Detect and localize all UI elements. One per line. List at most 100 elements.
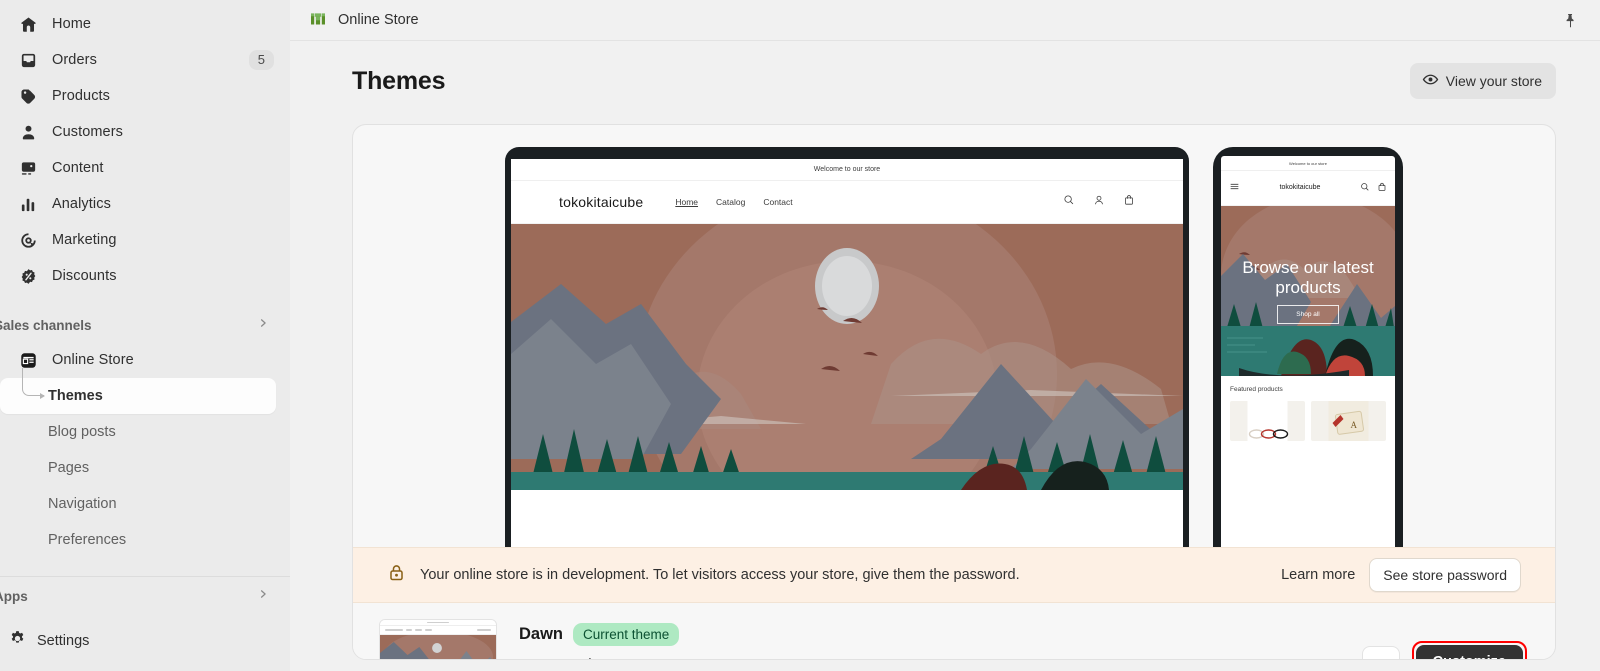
- hero-illustration: [511, 224, 1183, 490]
- sidebar-item-label: Orders: [52, 52, 97, 68]
- customize-button[interactable]: Customize: [1415, 645, 1523, 659]
- theme-thumbnail[interactable]: Browse our latest products: [379, 619, 497, 659]
- theme-details: Dawn Current theme Last saved: Aug 7 at …: [519, 619, 756, 659]
- sidebar-item-blog-posts[interactable]: Blog posts: [0, 414, 276, 450]
- product-card[interactable]: A: [1311, 401, 1386, 441]
- mobile-preview-frame[interactable]: Welcome to our store tokokitaicube Brows…: [1213, 147, 1403, 567]
- subnav-item-label: Blog posts: [48, 424, 116, 440]
- sidebar-item-label: Online Store: [52, 352, 134, 368]
- sidebar-item-customers[interactable]: Customers: [0, 114, 282, 150]
- customers-person-icon: [14, 122, 42, 142]
- device-previews: Welcome to our store tokokitaicube Home …: [353, 125, 1555, 567]
- home-icon: [14, 14, 42, 34]
- subnav-item-label: Navigation: [48, 496, 117, 512]
- sales-channels-section-header[interactable]: Sales channels: [0, 308, 290, 342]
- cart-bag-icon[interactable]: [1377, 179, 1387, 197]
- eye-icon: [1422, 71, 1439, 91]
- storefront-nav-catalog[interactable]: Catalog: [716, 197, 745, 207]
- pin-icon[interactable]: [1556, 6, 1584, 34]
- status-badge: Current theme: [573, 623, 680, 646]
- hamburger-menu-icon[interactable]: [1229, 179, 1240, 197]
- discounts-percent-icon: [14, 266, 42, 286]
- learn-more-link[interactable]: Learn more: [1281, 567, 1355, 583]
- store-badge[interactable]: Online Store: [308, 8, 419, 33]
- sidebar-item-orders[interactable]: Orders 5: [0, 42, 282, 78]
- sidebar-item-products[interactable]: Products: [0, 78, 282, 114]
- sidebar-item-preferences[interactable]: Preferences: [0, 522, 276, 558]
- sidebar-item-analytics[interactable]: Analytics: [0, 186, 282, 222]
- featured-products-heading: Featured products: [1230, 386, 1283, 393]
- sidebar-item-navigation[interactable]: Navigation: [0, 486, 276, 522]
- gear-icon: [8, 629, 27, 653]
- theme-preview-card: Welcome to our store tokokitaicube Home …: [352, 124, 1556, 660]
- account-person-icon[interactable]: [1093, 193, 1105, 211]
- thumbnail-hero: Browse our latest products: [380, 631, 496, 659]
- theme-name-line: Dawn Current theme: [519, 623, 756, 646]
- hero-copy-mobile: Browse our latest products Shop all: [1221, 206, 1395, 376]
- sidebar-item-settings[interactable]: Settings: [0, 621, 290, 661]
- sidebar-item-label: Discounts: [52, 268, 117, 284]
- shop-all-button[interactable]: Shop all: [1277, 305, 1339, 325]
- orders-icon: [14, 50, 42, 70]
- products-tag-icon: [14, 86, 42, 106]
- subnav-item-label: Pages: [48, 460, 90, 476]
- hero-title: Browse our latest products: [1242, 257, 1374, 297]
- see-store-password-button[interactable]: See store password: [1369, 558, 1521, 592]
- view-your-store-button[interactable]: View your store: [1409, 63, 1556, 99]
- chevron-right-icon[interactable]: [256, 316, 270, 335]
- sidebar-item-marketing[interactable]: Marketing: [0, 222, 282, 258]
- hero-illustration-mobile: Browse our latest products Shop all: [1221, 206, 1395, 376]
- online-store-icon: [14, 350, 42, 370]
- cart-bag-icon[interactable]: [1123, 193, 1135, 211]
- thumbnail-nav: [380, 626, 496, 635]
- storefront-nav-mobile: tokokitaicube: [1221, 171, 1395, 206]
- topbar: Online Store: [290, 0, 1600, 41]
- shopify-store-icon: [308, 8, 328, 33]
- shopify-admin-window: Home Orders 5 Products Customers Content…: [0, 0, 1600, 671]
- page-title: Themes: [352, 66, 446, 95]
- apps-section: Apps: [0, 576, 290, 609]
- lock-icon: [387, 563, 406, 587]
- announcement-bar-mobile: Welcome to our store: [1221, 156, 1395, 171]
- sales-channels-label: Sales channels: [0, 317, 92, 333]
- sidebar-item-themes[interactable]: Themes: [0, 368, 276, 414]
- desktop-preview-frame[interactable]: Welcome to our store tokokitaicube Home …: [505, 147, 1189, 567]
- search-icon[interactable]: [1360, 179, 1370, 197]
- chevron-right-icon[interactable]: [256, 587, 270, 606]
- customize-button-highlight: Customize: [1411, 641, 1527, 659]
- sidebar-item-discounts[interactable]: Discounts: [0, 258, 282, 294]
- storefront-nav: tokokitaicube Home Catalog Contact: [511, 181, 1183, 224]
- current-theme-row: Browse our latest products Dawn Current …: [353, 603, 1555, 659]
- analytics-bars-icon: [14, 194, 42, 214]
- sidebar-item-label: Home: [52, 16, 92, 32]
- apps-section-header[interactable]: Apps: [0, 583, 290, 609]
- sidebar-item-label: Content: [52, 160, 104, 176]
- view-your-store-label: View your store: [1445, 73, 1542, 89]
- sidebar-item-home[interactable]: Home: [0, 6, 282, 42]
- store-brand-mobile: tokokitaicube: [1279, 183, 1321, 191]
- search-icon[interactable]: [1063, 193, 1075, 211]
- storefront-nav-home[interactable]: Home: [675, 197, 698, 207]
- sidebar-item-label: Settings: [37, 633, 90, 649]
- storefront-nav-contact[interactable]: Contact: [763, 197, 792, 207]
- marketing-target-icon: [14, 230, 42, 250]
- desktop-preview-screen: Welcome to our store tokokitaicube Home …: [511, 159, 1183, 567]
- banner-message: Your online store is in development. To …: [420, 567, 1020, 583]
- product-card[interactable]: [1230, 401, 1305, 441]
- orders-count-badge: 5: [248, 50, 274, 70]
- page-header: Themes View your store: [290, 41, 1600, 99]
- sidebar-item-pages[interactable]: Pages: [0, 450, 276, 486]
- storefront-nav-icons-mobile: [1360, 179, 1387, 197]
- sidebar: Home Orders 5 Products Customers Content…: [0, 0, 290, 671]
- storefront-nav-links: Home Catalog Contact: [675, 197, 792, 207]
- sidebar-item-label: Marketing: [52, 232, 117, 248]
- storefront-nav-icons: [1063, 193, 1135, 211]
- content-image-icon: [14, 158, 42, 178]
- subnav-item-label: Preferences: [48, 532, 127, 548]
- main-content: Online Store Themes View your store Welc…: [290, 0, 1600, 671]
- more-actions-button[interactable]: [1361, 646, 1400, 659]
- sidebar-item-online-store[interactable]: Online Store: [0, 342, 282, 378]
- sidebar-item-content[interactable]: Content: [0, 150, 282, 186]
- theme-actions: Customize: [1361, 619, 1527, 659]
- sidebar-item-label: Products: [52, 88, 111, 104]
